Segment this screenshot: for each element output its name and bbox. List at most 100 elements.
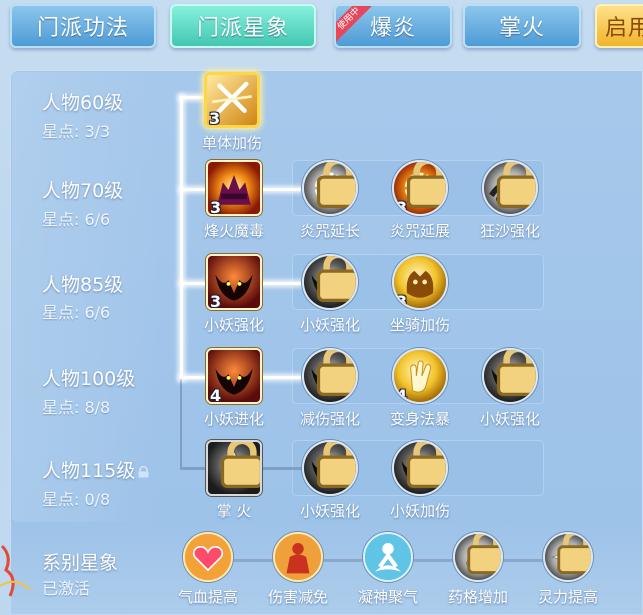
- skill-node[interactable]: 小妖强化: [292, 440, 368, 521]
- level-title: 人物70级: [42, 180, 124, 202]
- skill-level: 3: [396, 292, 408, 310]
- skill-label: 小妖加伤: [389, 502, 450, 520]
- lock-icon: [557, 534, 591, 574]
- golden-palm-icon: 4: [392, 348, 448, 404]
- level-stars: 星点: 6/6: [42, 303, 111, 322]
- system-node[interactable]: 药格增加: [440, 532, 516, 607]
- sword-strike-icon: 3: [204, 72, 260, 128]
- heart-icon: [183, 532, 233, 582]
- skill-node[interactable]: 4 变身法暴: [382, 348, 458, 429]
- system-status: 已激活: [42, 579, 91, 598]
- skill-level: 4: [210, 386, 222, 404]
- system-node[interactable]: 气血提高: [170, 532, 246, 607]
- level-title: 人物100级: [42, 368, 136, 390]
- fire-ring-icon: 3: [392, 160, 448, 216]
- tree-trunk: [180, 96, 183, 380]
- imp-dark-icon: [302, 254, 358, 310]
- enable-button[interactable]: 启用: [595, 4, 643, 48]
- system-label: 凝神聚气: [357, 588, 418, 606]
- lock-icon: [316, 162, 356, 208]
- skill-label: 狂沙强化: [479, 222, 540, 240]
- skill-level: 3: [210, 292, 222, 310]
- tab-sect-stars[interactable]: 门派星象: [170, 4, 316, 48]
- system-label: 气血提高: [177, 588, 238, 606]
- tab-label: 掌火: [498, 16, 545, 41]
- skill-label: 坐骑加伤: [389, 316, 450, 334]
- skill-label: 烽火魔毒: [203, 222, 264, 240]
- system-node[interactable]: 凝神聚气: [350, 532, 426, 607]
- imp-dark-icon: [392, 440, 448, 496]
- lock-icon: [406, 442, 446, 488]
- skill-node[interactable]: 3 炎咒延展: [382, 160, 458, 241]
- skill-label: 炎咒延展: [389, 222, 450, 240]
- tab-sect-skills[interactable]: 门派功法: [10, 4, 156, 48]
- skill-label: 小妖进化: [203, 410, 264, 428]
- imp-fire-icon: 4: [206, 348, 262, 404]
- skill-node[interactable]: 3 坐骑加伤: [382, 254, 458, 335]
- skill-node[interactable]: 狂沙强化: [472, 160, 548, 241]
- skill-level: 4: [396, 386, 408, 404]
- imp-fire-icon: 3: [206, 254, 262, 310]
- skill-level: 3: [209, 109, 221, 128]
- tab-palm-fire[interactable]: 掌火: [463, 4, 581, 48]
- imp-dark-icon: [302, 440, 358, 496]
- level-title: 人物85级: [42, 274, 124, 296]
- lock-icon: [316, 350, 356, 396]
- skill-node[interactable]: 炎咒延长: [292, 160, 368, 241]
- level-stars: 星点: 8/8: [42, 398, 111, 417]
- lock-icon: [316, 442, 356, 488]
- skill-node[interactable]: 4 小妖进化: [196, 348, 272, 429]
- skill-node[interactable]: 小妖强化: [472, 348, 548, 429]
- lock-icon: [496, 350, 536, 396]
- level-title: 人物60级: [42, 92, 124, 114]
- tree-trunk-locked: [180, 378, 182, 468]
- skill-label: 炎咒延长: [299, 222, 360, 240]
- system-node[interactable]: 灵力提高: [530, 532, 606, 607]
- skill-label: 减伤强化: [299, 410, 360, 428]
- skill-node[interactable]: 3 小妖强化: [196, 254, 272, 335]
- imp-dark-icon: [482, 348, 538, 404]
- skill-label: 掌 火: [216, 502, 252, 520]
- level-stars: 星点: 3/3: [42, 122, 111, 141]
- in-use-badge: 使用中: [336, 6, 374, 44]
- flame-palm-icon: [206, 440, 262, 496]
- level-title-locked: 人物115级: [42, 456, 150, 483]
- beast-mount-icon: 3: [392, 254, 448, 310]
- skill-node[interactable]: 减伤强化: [292, 348, 368, 429]
- tab-label: 门派功法: [36, 16, 129, 41]
- lock-icon: [467, 534, 501, 574]
- skill-label: 小妖强化: [479, 410, 540, 428]
- skill-level: 3: [210, 198, 222, 216]
- tab-label: 爆炎: [369, 16, 416, 41]
- skill-node[interactable]: 3 单体加伤: [194, 72, 270, 153]
- shield-man-icon: [273, 532, 323, 582]
- system-label: 伤害减免: [267, 588, 328, 606]
- skill-node[interactable]: 3 烽火魔毒: [196, 160, 272, 241]
- skill-label: 单体加伤: [201, 134, 262, 152]
- lock-icon: [220, 442, 260, 488]
- tab-blaze[interactable]: 使用中 爆炎: [334, 4, 452, 48]
- skill-label: 小妖强化: [203, 316, 264, 334]
- silver-ring-icon: [302, 160, 358, 216]
- level-title: 人物115级: [42, 460, 136, 482]
- system-title: 系别星象: [42, 552, 119, 574]
- skill-node[interactable]: 掌 火: [196, 440, 272, 521]
- enable-label: 启用: [605, 16, 643, 41]
- imp-dark-icon: [302, 348, 358, 404]
- level-stars: 星点: 0/8: [42, 490, 111, 509]
- skill-node[interactable]: 小妖加伤: [382, 440, 458, 521]
- level-stars: 星点: 6/6: [42, 210, 111, 229]
- stone-icon: [453, 532, 503, 582]
- skill-label: 小妖强化: [299, 502, 360, 520]
- lock-icon: [138, 465, 149, 477]
- skill-label: 变身法暴: [389, 410, 450, 428]
- meditate-icon: [363, 532, 413, 582]
- system-node[interactable]: 伤害减免: [260, 532, 336, 607]
- spark-icon: [543, 532, 593, 582]
- system-label: 药格增加: [447, 588, 508, 606]
- lock-icon: [316, 256, 356, 302]
- skill-node[interactable]: 小妖强化: [292, 254, 368, 335]
- system-label: 灵力提高: [537, 588, 598, 606]
- lock-icon: [406, 162, 446, 208]
- fire-demon-icon: 3: [206, 160, 262, 216]
